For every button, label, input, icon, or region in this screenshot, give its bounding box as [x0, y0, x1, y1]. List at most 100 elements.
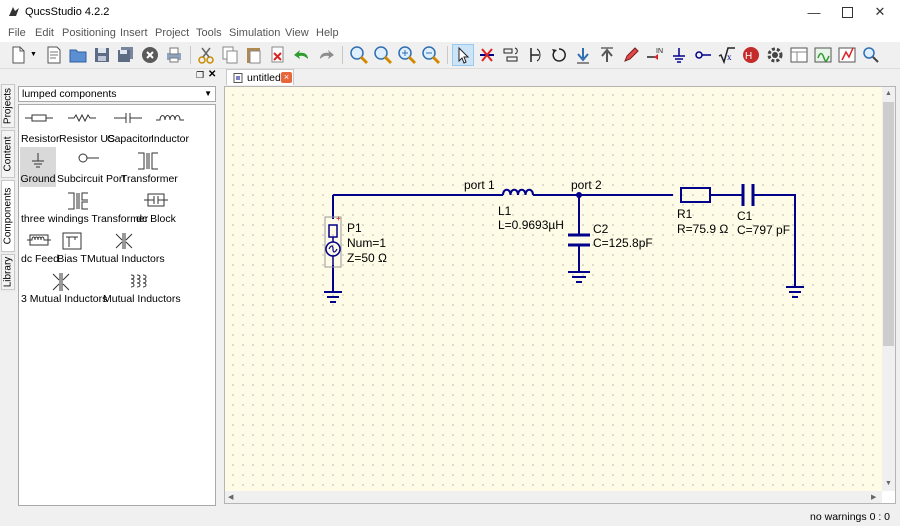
tab-projects[interactable]: Projects [1, 84, 15, 128]
new-dropdown-icon[interactable]: ▼ [30, 51, 37, 58]
component-resistor[interactable]: Resistor [21, 107, 60, 147]
vertical-scroll-thumb[interactable] [883, 102, 894, 346]
scroll-right-icon[interactable]: ▶ [871, 493, 876, 501]
capacitor-c1[interactable] [735, 184, 761, 206]
component-dc-block[interactable]: dc Block [135, 187, 177, 227]
data-display-icon[interactable] [789, 45, 809, 65]
component-dc-feed[interactable]: dc Feed [21, 227, 59, 267]
move-down-icon[interactable] [573, 45, 593, 65]
menu-help[interactable]: Help [316, 27, 339, 39]
mirror-y-icon[interactable] [525, 45, 545, 65]
horizontal-scrollbar[interactable]: ◀ ▶ [225, 491, 882, 503]
menu-tools[interactable]: Tools [196, 27, 222, 39]
zoom-in-icon[interactable] [397, 45, 417, 65]
tab-untitled[interactable]: untitled × [226, 69, 294, 85]
component-subcircuit-port[interactable]: Subcircuit Port [57, 147, 125, 187]
component-3-mutual-inductors[interactable]: 3 Mutual Inductors [21, 267, 107, 307]
c2-value[interactable]: C=125.8pF [593, 236, 653, 250]
wire-c1-ground[interactable] [761, 194, 796, 287]
wire-label-port1[interactable]: port 1 [464, 178, 495, 192]
component-bias-t[interactable]: Bias T [57, 227, 87, 267]
inductor-l1[interactable] [502, 188, 534, 196]
menu-project[interactable]: Project [155, 27, 189, 39]
copy-icon[interactable] [220, 45, 240, 65]
cut-icon[interactable] [196, 45, 216, 65]
optimize-icon[interactable] [837, 45, 857, 65]
component-mutual-inductors[interactable]: Mutual Inductors [87, 227, 165, 267]
component-capacitor[interactable]: Capacitor [107, 107, 152, 147]
r1-name[interactable]: R1 [677, 207, 692, 221]
component-ground[interactable]: Ground [20, 147, 56, 187]
close-document-icon[interactable] [140, 45, 160, 65]
schematic-canvas[interactable]: + port 1 port 2 L1 L=0.9693µH C2 C=125.8… [225, 87, 882, 491]
print-icon[interactable] [164, 45, 184, 65]
scroll-up-icon[interactable]: ▲ [885, 90, 892, 97]
maximize-button[interactable] [830, 0, 864, 24]
dock-close-icon[interactable]: ✕ [208, 69, 216, 80]
wire-label-port2[interactable]: port 2 [571, 178, 602, 192]
zoom-fit-icon[interactable] [349, 45, 369, 65]
close-tab-icon[interactable]: × [281, 72, 292, 83]
p1-impedance[interactable]: Z=50 Ω [347, 251, 387, 265]
insert-port-icon[interactable]: IN [645, 45, 665, 65]
ground-c2[interactable] [568, 271, 590, 283]
move-up-icon[interactable] [597, 45, 617, 65]
select-pointer-icon[interactable] [452, 44, 474, 66]
component-resistor-us[interactable]: Resistor US [59, 107, 115, 147]
menu-positioning[interactable]: Positioning [62, 27, 116, 39]
paste-icon[interactable] [244, 45, 264, 65]
port-p1[interactable]: + [324, 214, 342, 268]
insert-ground-icon[interactable] [669, 45, 689, 65]
delete-icon[interactable] [268, 45, 288, 65]
component-transformer[interactable]: Transformer [121, 147, 178, 187]
menu-view[interactable]: View [285, 27, 309, 39]
simulate-icon[interactable]: H [741, 45, 761, 65]
c1-value[interactable]: C=797 pF [737, 223, 790, 237]
tuning-icon[interactable] [813, 45, 833, 65]
component-category-select[interactable]: lumped components ▼ [18, 86, 216, 102]
component-mutual-inductors-multi[interactable]: Mutual Inductors [103, 267, 181, 307]
tab-components[interactable]: Components [1, 180, 15, 252]
redo-icon[interactable] [316, 45, 336, 65]
open-folder-icon[interactable] [68, 45, 88, 65]
menu-insert[interactable]: Insert [120, 27, 148, 39]
insert-equation-icon[interactable]: x [717, 45, 737, 65]
rotate-icon[interactable] [549, 45, 569, 65]
r1-value[interactable]: R=75.9 Ω [677, 222, 728, 236]
save-all-icon[interactable] [116, 45, 136, 65]
search-results-icon[interactable] [861, 45, 881, 65]
zoom-selection-icon[interactable] [373, 45, 393, 65]
ground-c1[interactable] [786, 286, 804, 298]
c2-name[interactable]: C2 [593, 222, 608, 236]
scroll-left-icon[interactable]: ◀ [228, 493, 233, 501]
component-inductor[interactable]: Inductor [149, 107, 191, 147]
capacitor-c2[interactable] [568, 233, 590, 247]
save-icon[interactable] [92, 45, 112, 65]
new-document-icon[interactable] [8, 45, 28, 65]
undo-icon[interactable] [292, 45, 312, 65]
dock-float-icon[interactable]: ❐ [196, 70, 204, 81]
menu-simulation[interactable]: Simulation [229, 27, 280, 39]
menu-edit[interactable]: Edit [35, 27, 54, 39]
mirror-x-icon[interactable] [501, 45, 521, 65]
ground-p1[interactable] [324, 291, 342, 303]
l1-value[interactable]: L=0.9693µH [498, 218, 564, 232]
menu-file[interactable]: File [8, 27, 26, 39]
pencil-icon[interactable] [621, 45, 641, 65]
resistor-r1[interactable] [680, 187, 711, 203]
insert-wire-label-icon[interactable] [693, 45, 713, 65]
scroll-down-icon[interactable]: ▼ [885, 480, 892, 487]
tab-content[interactable]: Content [1, 130, 15, 178]
zoom-out-icon[interactable] [421, 45, 441, 65]
l1-name[interactable]: L1 [498, 204, 511, 218]
new-text-icon[interactable] [44, 45, 64, 65]
p1-name[interactable]: P1 [347, 221, 362, 235]
close-window-button[interactable]: ✕ [863, 0, 897, 24]
tab-library[interactable]: Library [1, 254, 15, 290]
c1-name[interactable]: C1 [737, 209, 752, 223]
component-three-windings-transformer[interactable]: three windings Transformer [21, 187, 148, 227]
settings-gear-icon[interactable] [765, 45, 785, 65]
deactivate-icon[interactable] [477, 45, 497, 65]
p1-num[interactable]: Num=1 [347, 236, 386, 250]
minimize-button[interactable]: — [797, 0, 831, 24]
